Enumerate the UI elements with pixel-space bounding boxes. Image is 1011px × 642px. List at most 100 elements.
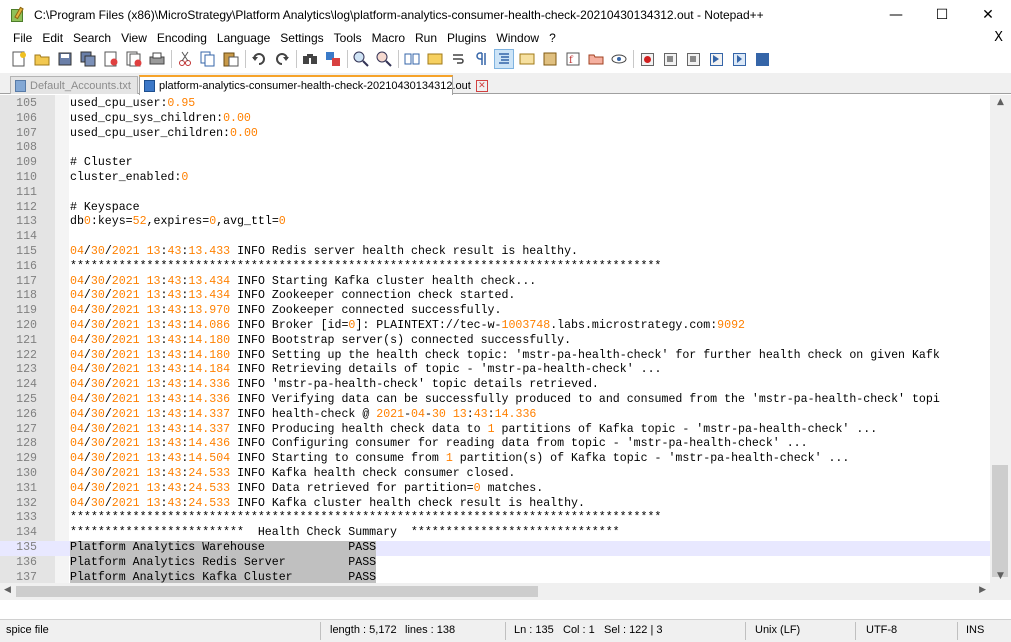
- code-line[interactable]: 124 04/30/2021 13:43:14.336 INFO 'mstr-pa…: [0, 378, 990, 393]
- print-icon[interactable]: [148, 50, 166, 68]
- macro-fast-forward-icon[interactable]: [730, 50, 748, 68]
- code-line[interactable]: 108: [0, 141, 990, 156]
- code-line[interactable]: 114: [0, 230, 990, 245]
- line-number: 133: [16, 511, 37, 525]
- code-line[interactable]: 118 04/30/2021 13:43:13.434 INFO Zookeepe…: [0, 289, 990, 304]
- zoom-out-icon[interactable]: [375, 50, 393, 68]
- find-icon[interactable]: [301, 50, 319, 68]
- scroll-down-icon[interactable]: ▼: [990, 571, 1011, 581]
- menu-plugins[interactable]: Plugins: [442, 31, 491, 45]
- tab-close-icon[interactable]: ✕: [475, 80, 488, 92]
- zoom-in-icon[interactable]: [352, 50, 370, 68]
- tab-default-accounts[interactable]: Default_Accounts.txt: [10, 76, 138, 94]
- scroll-up-icon[interactable]: ▲: [990, 97, 1011, 107]
- code-line[interactable]: 133 *************************************…: [0, 511, 990, 526]
- line-number: 112: [16, 200, 37, 214]
- code-line[interactable]: 115 04/30/2021 13:43:13.433 INFO Redis se…: [0, 245, 990, 260]
- code-line[interactable]: 120 04/30/2021 13:43:14.086 INFO Broker […: [0, 319, 990, 334]
- tab-health-check-log[interactable]: platform-analytics-consumer-health-check…: [139, 75, 488, 95]
- close-file-icon[interactable]: [102, 50, 120, 68]
- code-line[interactable]: 134 ************************* Health Chec…: [0, 526, 990, 541]
- code-line[interactable]: 129 04/30/2021 13:43:14.504 INFO Starting…: [0, 452, 990, 467]
- code-line[interactable]: 127 04/30/2021 13:43:14.337 INFO Producin…: [0, 423, 990, 438]
- code-line[interactable]: 128 04/30/2021 13:43:14.436 INFO Configur…: [0, 437, 990, 452]
- sync-scroll-horizontal-icon[interactable]: [426, 50, 444, 68]
- menu-run[interactable]: Run: [410, 31, 442, 45]
- code-line[interactable]: 112 # Keyspace: [0, 201, 990, 216]
- show-all-characters-icon[interactable]: [472, 50, 490, 68]
- vertical-scroll-thumb[interactable]: [992, 465, 1008, 577]
- code-line[interactable]: 116 *************************************…: [0, 260, 990, 275]
- close-all-icon[interactable]: [125, 50, 143, 68]
- code-text: 04/30/2021 13:43:14.336 INFO Verifying d…: [70, 392, 940, 406]
- document-map-icon[interactable]: [541, 50, 559, 68]
- copy-icon[interactable]: [199, 50, 217, 68]
- close-document-button[interactable]: X: [994, 30, 1003, 45]
- scroll-left-icon[interactable]: ◀: [4, 585, 11, 595]
- code-line[interactable]: 107 used_cpu_user_children:0.00: [0, 127, 990, 142]
- code-line[interactable]: 105 used_cpu_user:0.95: [0, 97, 990, 112]
- folder-as-workspace-icon[interactable]: [587, 50, 605, 68]
- redo-icon[interactable]: [273, 50, 291, 68]
- editor[interactable]: 105 used_cpu_user:0.95 106 used_cpu_sys_chi…: [0, 95, 1011, 600]
- menu-help[interactable]: ?: [544, 31, 561, 45]
- code-line[interactable]: 110 cluster_enabled:0: [0, 171, 990, 186]
- menu-view[interactable]: View: [116, 31, 152, 45]
- menu-language[interactable]: Language: [212, 31, 275, 45]
- line-number: 130: [16, 466, 37, 480]
- menu-tools[interactable]: Tools: [329, 31, 367, 45]
- horizontal-scrollbar[interactable]: ◀ ▶: [0, 583, 990, 600]
- macro-stop-icon[interactable]: [661, 50, 679, 68]
- close-button[interactable]: ✕: [965, 0, 1011, 30]
- maximize-button[interactable]: ☐: [919, 0, 965, 30]
- menu-window[interactable]: Window: [491, 31, 544, 45]
- code-line[interactable]: 121 04/30/2021 13:43:14.180 INFO Bootstra…: [0, 334, 990, 349]
- open-file-icon[interactable]: [33, 50, 51, 68]
- macro-record-icon[interactable]: [638, 50, 656, 68]
- code-line[interactable]: 122 04/30/2021 13:43:14.180 INFO Setting …: [0, 349, 990, 364]
- code-line[interactable]: 113 db0:keys=52,expires=0,avg_ttl=0: [0, 215, 990, 230]
- cut-icon[interactable]: [176, 50, 194, 68]
- code-line[interactable]: 117 04/30/2021 13:43:13.434 INFO Starting…: [0, 275, 990, 290]
- minimize-button[interactable]: —: [873, 0, 919, 30]
- code-line[interactable]: 125 04/30/2021 13:43:14.336 INFO Verifyin…: [0, 393, 990, 408]
- code-line[interactable]: 119 04/30/2021 13:43:13.970 INFO Zookeepe…: [0, 304, 990, 319]
- macro-save-icon[interactable]: [753, 50, 771, 68]
- scroll-right-icon[interactable]: ▶: [979, 585, 986, 595]
- code-line[interactable]: 136 Platform Analytics Redis Server PASS: [0, 555, 990, 571]
- paste-icon[interactable]: [222, 50, 240, 68]
- monitoring-icon[interactable]: [610, 50, 628, 68]
- code-line[interactable]: 111: [0, 186, 990, 201]
- function-list-icon[interactable]: f: [564, 50, 582, 68]
- code-line[interactable]: 106 used_cpu_sys_children:0.00: [0, 112, 990, 127]
- code-line[interactable]: 130 04/30/2021 13:43:24.533 INFO Kafka he…: [0, 467, 990, 482]
- code-text: used_cpu_user_children:0.00: [70, 126, 258, 140]
- code-line[interactable]: 132 04/30/2021 13:43:24.533 INFO Kafka cl…: [0, 497, 990, 512]
- line-number: 126: [16, 407, 37, 421]
- code-line[interactable]: 123 04/30/2021 13:43:14.184 INFO Retrievi…: [0, 363, 990, 378]
- new-file-icon[interactable]: [10, 50, 28, 68]
- code-line[interactable]: 109 # Cluster: [0, 156, 990, 171]
- code-line[interactable]: 135 Platform Analytics Warehouse PASS: [0, 540, 990, 556]
- undo-icon[interactable]: [250, 50, 268, 68]
- macro-run-multiple-icon[interactable]: [707, 50, 725, 68]
- macro-play-icon[interactable]: [684, 50, 702, 68]
- save-icon[interactable]: [56, 50, 74, 68]
- save-all-icon[interactable]: [79, 50, 97, 68]
- menu-edit[interactable]: Edit: [37, 31, 68, 45]
- word-wrap-icon[interactable]: [449, 50, 467, 68]
- menu-settings[interactable]: Settings: [275, 31, 328, 45]
- replace-icon[interactable]: [324, 50, 342, 68]
- code-line[interactable]: 131 04/30/2021 13:43:24.533 INFO Data ret…: [0, 482, 990, 497]
- vertical-scrollbar[interactable]: ▲ ▼: [990, 95, 1011, 583]
- code-line[interactable]: 126 04/30/2021 13:43:14.337 INFO health-c…: [0, 408, 990, 423]
- user-defined-language-icon[interactable]: [518, 50, 536, 68]
- menu-encoding[interactable]: Encoding: [152, 31, 212, 45]
- horizontal-scroll-thumb[interactable]: [16, 586, 538, 597]
- sync-scroll-vertical-icon[interactable]: [403, 50, 421, 68]
- indent-guide-icon[interactable]: [494, 49, 514, 69]
- menu-search[interactable]: Search: [68, 31, 116, 45]
- menu-macro[interactable]: Macro: [367, 31, 410, 45]
- toolbar-separator: [398, 50, 399, 68]
- menu-file[interactable]: File: [0, 31, 37, 45]
